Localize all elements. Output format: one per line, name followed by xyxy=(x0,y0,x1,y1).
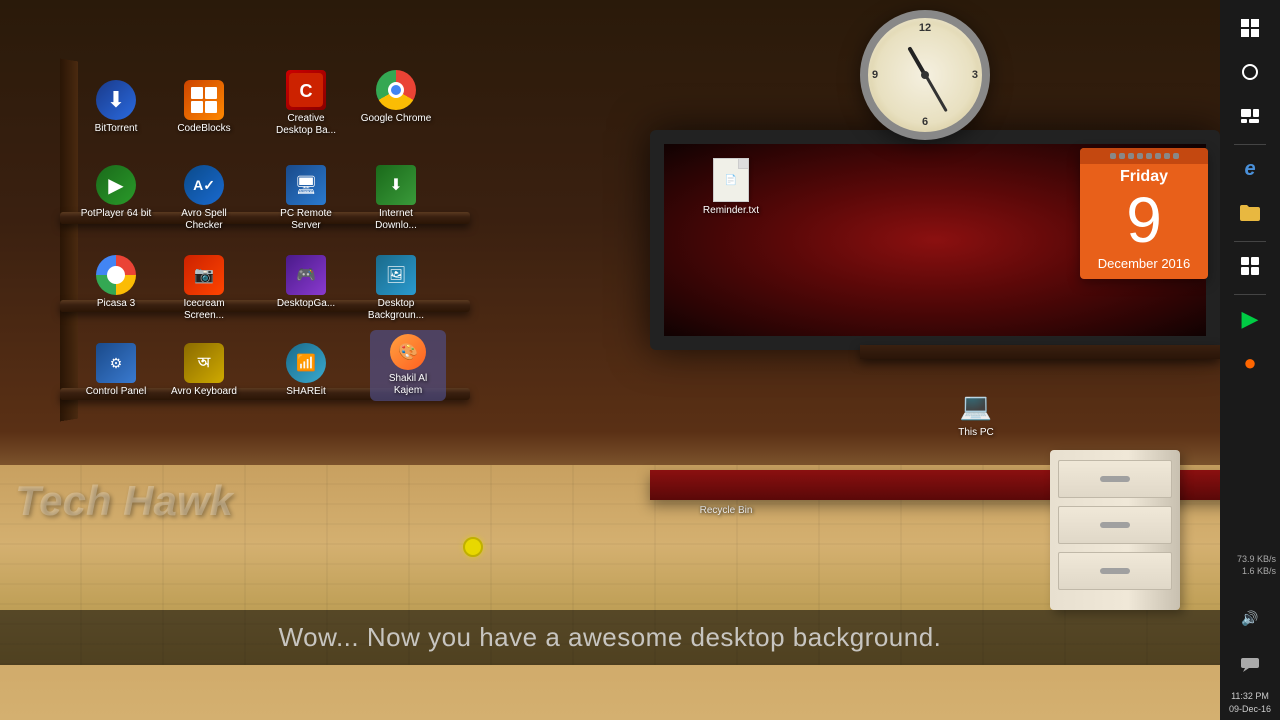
icon-codeblocks[interactable]: CodeBlocks xyxy=(168,80,240,135)
calendar-widget: Friday 9 December 2016 xyxy=(1080,148,1208,279)
network-speed-widget: 73.9 KB/s 1.6 KB/s xyxy=(1220,550,1280,581)
sidebar-divider-1 xyxy=(1234,144,1266,145)
sidebar-ie-icon[interactable]: e xyxy=(1230,149,1270,189)
calendar-month-year: December 2016 xyxy=(1080,256,1208,279)
icon-desktopgames[interactable]: 🎮 DesktopGa... xyxy=(270,255,342,310)
sidebar-taskview-icon[interactable] xyxy=(1230,96,1270,136)
right-sidebar: e ▶ ● 73.9 KB/s 1.6 KB/s xyxy=(1220,0,1280,720)
taskbar-area: 🔊 11:32 PM 09-Dec-16 xyxy=(1220,599,1280,720)
clock-face: 12 3 6 9 xyxy=(860,10,990,140)
clock-center xyxy=(921,71,929,79)
icon-bittorrent[interactable]: ⬇ BitTorrent xyxy=(80,80,152,135)
icon-picasa[interactable]: Picasa 3 xyxy=(80,255,152,310)
calendar-top-strip xyxy=(1080,148,1208,164)
cabinet-drawer-1 xyxy=(1058,460,1172,498)
icon-avrospell[interactable]: A✓ Avro Spell Checker xyxy=(168,165,240,232)
sidebar-divider-2 xyxy=(1234,241,1266,242)
icon-potplayer[interactable]: ▶ PotPlayer 64 bit xyxy=(80,165,152,220)
sidebar-chat-icon[interactable] xyxy=(1230,645,1270,685)
sidebar-store-icon[interactable] xyxy=(1230,246,1270,286)
icon-desktopbg[interactable]: 🖼 Desktop Backgroun... xyxy=(360,255,432,322)
clock-num-9: 9 xyxy=(872,69,878,81)
clock-num-3: 3 xyxy=(972,69,978,81)
monitor-stand xyxy=(860,345,1220,359)
sidebar-sound-icon[interactable]: 🔊 xyxy=(1230,599,1270,639)
drawer-handle-1 xyxy=(1100,476,1130,482)
sidebar-play-icon[interactable]: ▶ xyxy=(1230,299,1270,339)
icon-shareit[interactable]: 📶 SHAREit xyxy=(270,343,342,398)
svg-text:C: C xyxy=(300,81,313,101)
upload-speed: 73.9 KB/s 1.6 KB/s xyxy=(1224,554,1276,577)
desktop: ⬇ BitTorrent CodeBlocks C Creative Deskt… xyxy=(0,0,1280,720)
filing-cabinet xyxy=(1050,450,1180,610)
taskbar-date: 09-Dec-16 xyxy=(1229,704,1271,716)
icon-controlpanel[interactable]: ⚙ Control Panel xyxy=(80,343,152,398)
icon-googlechrome[interactable]: Google Chrome xyxy=(360,70,432,125)
subtitle-text: Wow... Now you have a awesome desktop ba… xyxy=(279,622,942,652)
icon-icecream[interactable]: 📷 Icecream Screen... xyxy=(168,255,240,322)
sidebar-windows-icon[interactable] xyxy=(1230,8,1270,48)
icon-avrokeyboard[interactable]: অ Avro Keyboard xyxy=(168,343,240,398)
sidebar-folder-icon[interactable] xyxy=(1230,193,1270,233)
drawer-handle-2 xyxy=(1100,522,1130,528)
taskbar-time: 11:32 PM xyxy=(1231,691,1269,703)
clock-minute-hand xyxy=(924,74,948,112)
calendar-date: 9 xyxy=(1080,188,1208,256)
icon-shakilaj[interactable]: 🎨 Shakil Al Kajem xyxy=(370,330,446,401)
cabinet-drawer-2 xyxy=(1058,506,1172,544)
sidebar-notification-icon[interactable]: ● xyxy=(1230,343,1270,383)
clock-num-12: 12 xyxy=(919,22,931,34)
icon-creativedesktop[interactable]: C Creative Desktop Ba... xyxy=(270,70,342,137)
calendar-strip-dots xyxy=(1110,153,1179,159)
clock-num-6: 6 xyxy=(922,116,928,128)
sidebar-divider-3 xyxy=(1234,294,1266,295)
icon-pcremote[interactable]: 🖥 PC Remote Server xyxy=(270,165,342,232)
icon-reminder[interactable]: 📄 Reminder.txt xyxy=(695,158,767,217)
icon-internetdownload[interactable]: ⬇ Internet Downlo... xyxy=(360,165,432,232)
clock-container: 12 3 6 9 xyxy=(860,10,990,140)
cabinet-drawer-3 xyxy=(1058,552,1172,590)
subtitle-bar: Wow... Now you have a awesome desktop ba… xyxy=(0,610,1220,665)
sidebar-search-icon[interactable] xyxy=(1230,52,1270,92)
drawer-handle-3 xyxy=(1100,568,1130,574)
cursor-indicator xyxy=(463,537,483,557)
